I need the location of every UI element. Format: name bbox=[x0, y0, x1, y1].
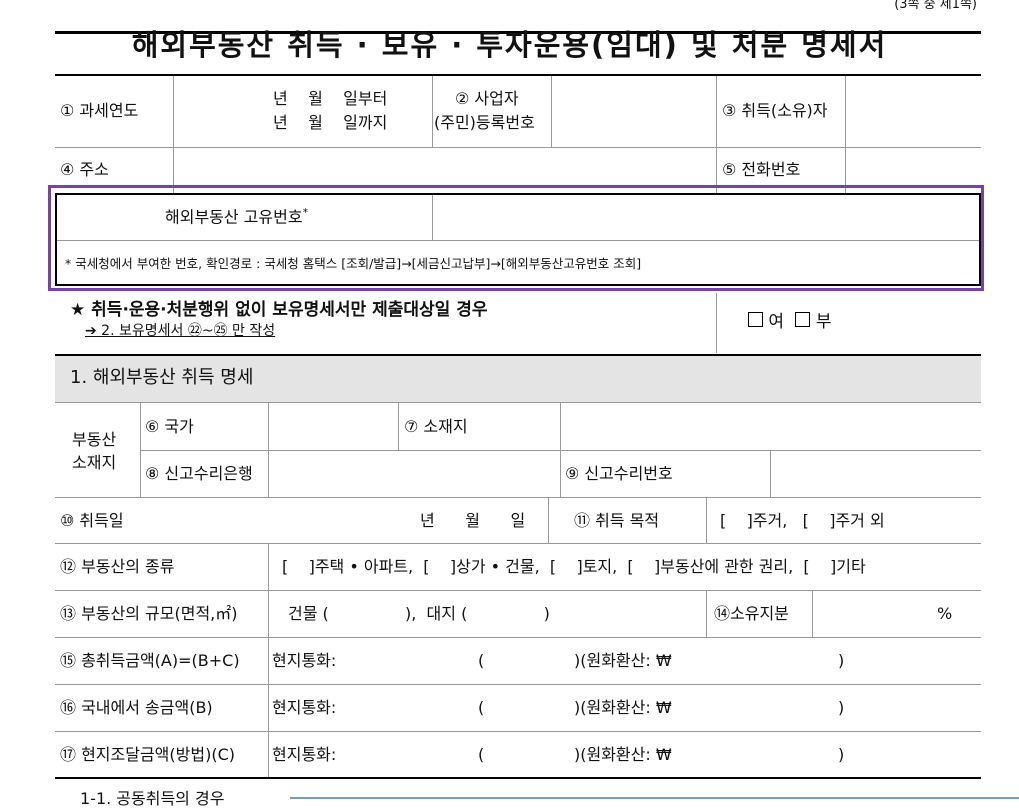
holding-only-sub: ➔ 2. 보유명세서 ㉒~㉕ 만 작성 bbox=[85, 323, 276, 339]
reg-label-2: (주민)등록번호 bbox=[434, 113, 535, 132]
acq-date-label: ⑩ 취득일 bbox=[60, 511, 124, 530]
page-note: (3쪽 중 제1쪽) bbox=[894, 0, 977, 12]
no-label: 부 bbox=[815, 312, 832, 332]
type-label: ⑫ 부동산의 종류 bbox=[60, 557, 175, 576]
address-label: ④ 주소 bbox=[60, 160, 109, 179]
yes-checkbox[interactable] bbox=[748, 312, 763, 327]
paren: ( bbox=[478, 745, 485, 764]
holding-only-text: ★ 취득·운용·처분행위 없이 보유명세서만 제출대상일 경우 bbox=[70, 300, 488, 320]
report-no-label: ⑨ 신고수리번호 bbox=[565, 464, 673, 483]
address-label-7: ⑦ 소재지 bbox=[404, 417, 468, 436]
paren: ( bbox=[478, 698, 485, 717]
total-amount-label: ⑮ 총취득금액(A)=(B+C) bbox=[60, 651, 240, 670]
paren: ( bbox=[478, 651, 485, 670]
local-amount-label: ⑰ 현지조달금액(방법)(C) bbox=[60, 745, 235, 764]
location-label: 부동산 소재지 bbox=[72, 430, 117, 473]
unique-number-input[interactable] bbox=[434, 196, 978, 239]
rule bbox=[55, 777, 981, 779]
krw-label: )(원화환산: ₩ bbox=[574, 651, 672, 670]
no-checkbox[interactable] bbox=[795, 312, 811, 327]
krw-label: )(원화환산: ₩ bbox=[574, 698, 672, 717]
local-currency-label: 현지통화: bbox=[272, 698, 337, 717]
purpose-options[interactable]: [ ]주거, [ ]주거 외 bbox=[720, 511, 885, 530]
unique-number-note: * 국세청에서 부여한 번호, 확인경로 : 국세청 홈택스 [조회/발급]→[… bbox=[65, 256, 642, 271]
yes-label: 여 bbox=[768, 312, 785, 332]
tax-year-label: ① 과세연도 bbox=[60, 101, 139, 120]
tax-year-to[interactable]: 년 월 일까지 bbox=[273, 113, 387, 132]
type-options[interactable]: [ ]주택 • 아파트, [ ]상가 • 건물, [ ]토지, [ ]부동산에 … bbox=[282, 557, 866, 576]
rule bbox=[55, 74, 981, 76]
paren: ) bbox=[838, 698, 845, 717]
phone-label: ⑤ 전화번호 bbox=[722, 160, 801, 179]
paren: ) bbox=[838, 651, 845, 670]
unique-number-label: 해외부동산 고유번호* bbox=[165, 206, 309, 227]
size-value[interactable]: 건물 ( ), 대지 ( ) bbox=[288, 604, 550, 623]
yes-no: 여 부 bbox=[748, 312, 832, 332]
page-title: 해외부동산 취득 · 보유 · 투자운용(임대) 및 처분 명세서 bbox=[131, 28, 888, 62]
purpose-label: ⑪ 취득 목적 bbox=[574, 511, 660, 530]
acquirer-label: ③ 취득(소유)자 bbox=[722, 101, 828, 120]
reg-label: ② 사업자 bbox=[455, 89, 519, 108]
country-label: ⑥ 국가 bbox=[145, 417, 194, 436]
krw-label: )(원화환산: ₩ bbox=[574, 745, 672, 764]
paren: ) bbox=[838, 745, 845, 764]
remit-amount-label: ⑯ 국내에서 송금액(B) bbox=[60, 698, 213, 717]
local-currency-label: 현지통화: bbox=[272, 745, 337, 764]
section1-title: 1. 해외부동산 취득 명세 bbox=[70, 367, 254, 388]
bank-label: ⑧ 신고수리은행 bbox=[145, 464, 253, 483]
share-label: ⑭소유지분 bbox=[714, 604, 789, 623]
size-label: ⑬ 부동산의 규모(면적,㎡) bbox=[60, 604, 238, 623]
share-unit: % bbox=[937, 604, 953, 623]
acq-date-value[interactable]: 년 월 일 bbox=[420, 511, 525, 530]
local-currency-label: 현지통화: bbox=[272, 651, 337, 670]
tax-year-from[interactable]: 년 월 일부터 bbox=[273, 89, 387, 108]
